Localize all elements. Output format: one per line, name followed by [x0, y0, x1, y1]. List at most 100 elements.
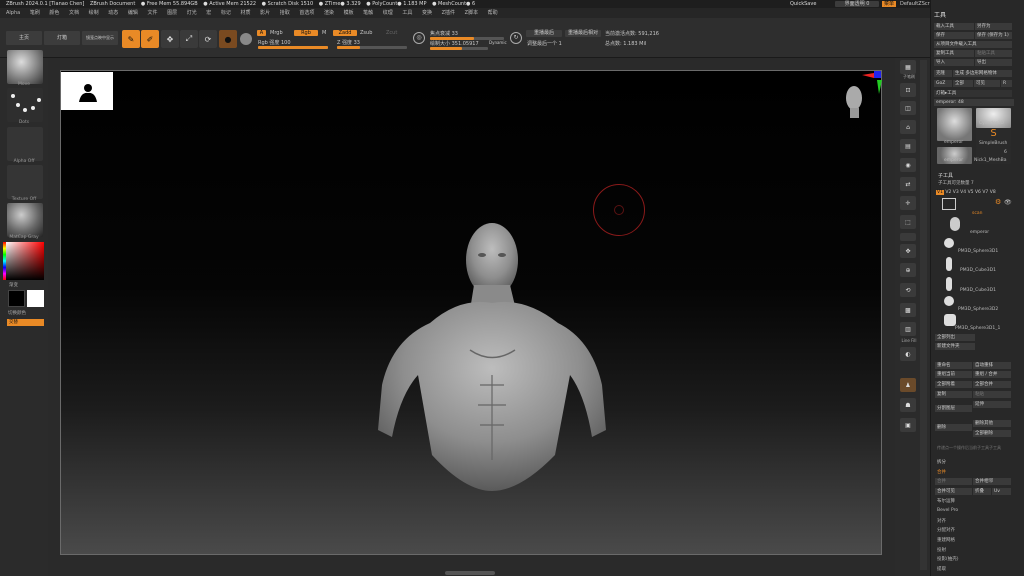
- menu-render[interactable]: 渲染: [324, 10, 334, 16]
- menu-material[interactable]: 材质: [241, 10, 251, 16]
- edit-icon[interactable]: ✎: [122, 30, 140, 48]
- zcut-button[interactable]: Zcut: [386, 30, 397, 36]
- attach-all-button[interactable]: 全部附着: [935, 381, 972, 388]
- menu-texture[interactable]: 纹理: [383, 10, 393, 16]
- tool-thumb-emperor[interactable]: [937, 108, 972, 141]
- replay-icon[interactable]: ↻: [510, 32, 522, 44]
- focal-curve-icon[interactable]: ◎: [413, 32, 425, 44]
- auto-reorder-button[interactable]: 自动重排: [973, 362, 1011, 369]
- secondary-color-swatch[interactable]: [27, 290, 44, 307]
- regroup-button[interactable]: 重组当前: [935, 371, 972, 378]
- replay-last-button[interactable]: 重播最后: [526, 30, 562, 37]
- adjust-last-label[interactable]: 调整最后一个 1: [527, 40, 562, 47]
- subtool-emperor[interactable]: emperor: [970, 230, 989, 235]
- subtool-cube1[interactable]: PM3D_Cube3D1: [960, 268, 996, 273]
- persp-icon[interactable]: ⌂: [900, 120, 916, 134]
- weld-toggle[interactable]: 折叠: [973, 488, 991, 495]
- menu-zplugin[interactable]: Z插件: [442, 10, 455, 16]
- alpha-thumbnail[interactable]: [7, 127, 43, 161]
- clone-button[interactable]: 克隆: [934, 70, 952, 77]
- view-tab-v8[interactable]: V8: [990, 190, 996, 195]
- load-from-project-button[interactable]: 从项目文件载入工具: [934, 41, 1012, 48]
- zoom-view-icon[interactable]: ⊕: [900, 263, 916, 277]
- regroup-merge-button[interactable]: 重组 / 合并: [973, 371, 1011, 378]
- delete-all-button[interactable]: 全部删除: [973, 430, 1011, 437]
- mrgb-button[interactable]: Mrgb: [270, 30, 283, 36]
- view-tab-v7[interactable]: V7: [982, 190, 988, 195]
- paste-tool-button[interactable]: 粘贴工具: [975, 50, 1012, 57]
- distribute-section[interactable]: 分配对齐: [937, 527, 955, 533]
- xpose-icon[interactable]: ☗: [900, 398, 916, 412]
- gear-icon[interactable]: ⚙: [995, 198, 1001, 206]
- remesh-section[interactable]: 重建网格: [937, 537, 955, 543]
- actual-icon[interactable]: ⊡: [900, 83, 916, 97]
- boolean-section[interactable]: 布尔运算: [937, 498, 955, 504]
- extract-section[interactable]: 提取: [937, 566, 946, 572]
- draw-size-slider[interactable]: [430, 47, 488, 50]
- align-section[interactable]: 对齐: [937, 518, 946, 524]
- menu-tool[interactable]: 工具: [402, 10, 412, 16]
- xyz-toggle[interactable]: [900, 233, 916, 241]
- bpr-icon[interactable]: ▦: [900, 60, 916, 74]
- menu-help[interactable]: 帮助: [488, 10, 498, 16]
- menu-movie[interactable]: 影片: [260, 10, 270, 16]
- stroke-thumbnail[interactable]: [7, 88, 43, 122]
- view-tab-v1[interactable]: V1: [936, 190, 944, 195]
- rgb-button[interactable]: Rgb: [294, 30, 318, 36]
- replay-relative-button[interactable]: 重播最后相对: [565, 30, 601, 37]
- folder-icon[interactable]: [942, 198, 956, 210]
- view-tab-v5[interactable]: V5: [968, 190, 974, 195]
- rgb-intensity-slider[interactable]: [258, 46, 328, 49]
- z-intensity-slider[interactable]: [337, 46, 407, 49]
- subtool-cube2[interactable]: PM3D_Cube3D1: [960, 288, 996, 293]
- zsub-button[interactable]: Zsub: [360, 30, 372, 36]
- primary-color-swatch[interactable]: [8, 290, 25, 307]
- menu-file[interactable]: 文件: [147, 10, 157, 16]
- rename-button[interactable]: 重命名: [935, 362, 972, 369]
- solo-icon[interactable]: ♟: [900, 378, 916, 392]
- bottom-tray-handle[interactable]: [445, 571, 495, 575]
- line-fill-icon[interactable]: ▥: [900, 322, 916, 336]
- axis-gizmo-icon[interactable]: [860, 70, 884, 96]
- menu-picker[interactable]: 拾取: [280, 10, 290, 16]
- menu-edit[interactable]: 编辑: [128, 10, 138, 16]
- bevel-pro-section[interactable]: Bevel Pro: [937, 508, 958, 513]
- switch-color-button[interactable]: 切换颜色: [8, 310, 26, 316]
- material-sphere-icon[interactable]: ●: [219, 30, 237, 48]
- menu-transform[interactable]: 变换: [422, 10, 432, 16]
- list-all-button[interactable]: 全部列出: [935, 334, 975, 341]
- menu-layer[interactable]: 图层: [167, 10, 177, 16]
- texture-thumbnail[interactable]: [7, 165, 43, 199]
- menu-stencil[interactable]: 模板: [344, 10, 354, 16]
- navigator-thumbnail[interactable]: [61, 72, 113, 110]
- subtool-thumb-sphere1[interactable]: [944, 238, 954, 248]
- dynamic-view-icon[interactable]: ▣: [900, 418, 916, 432]
- lsym-icon[interactable]: ⇄: [900, 177, 916, 191]
- subtool-thumb-cube1[interactable]: [946, 257, 952, 271]
- copy-tool-button[interactable]: 复制工具: [934, 50, 974, 57]
- lightbox-tools-button[interactable]: 灯箱▸工具: [934, 90, 1012, 97]
- polyframe-icon[interactable]: ▩: [900, 303, 916, 317]
- paste-subtool-button[interactable]: 粘贴: [973, 391, 1011, 398]
- subtool-header[interactable]: 子工具: [938, 172, 953, 179]
- save-as-button[interactable]: 另存为: [975, 23, 1012, 30]
- menu-draw[interactable]: 绘制: [89, 10, 99, 16]
- menu-stroke[interactable]: 笔触: [363, 10, 373, 16]
- delete-others-button[interactable]: 删除其他: [973, 420, 1011, 427]
- eye-icon[interactable]: 👁: [1004, 199, 1012, 206]
- panel-scrollbar[interactable]: [920, 60, 927, 570]
- view-tab-v2[interactable]: V2: [945, 190, 951, 195]
- goz-visible-button[interactable]: 可见: [974, 80, 1000, 87]
- goz-button[interactable]: GoZ: [934, 80, 952, 87]
- menu-marker[interactable]: 标记: [221, 10, 231, 16]
- rotate-icon[interactable]: ⟳: [199, 30, 217, 48]
- menu-preferences[interactable]: 首选项: [299, 10, 314, 16]
- menu-dynamics[interactable]: 动态: [108, 10, 118, 16]
- menu-color[interactable]: 颜色: [49, 10, 59, 16]
- make-polymesh-button[interactable]: 生成 多边形网格物体: [953, 70, 1012, 77]
- color-sphere-icon[interactable]: [240, 33, 252, 45]
- subtool-thumb-sphere2[interactable]: [944, 296, 954, 306]
- view-tab-v4[interactable]: V4: [960, 190, 966, 195]
- zadd-button[interactable]: Zadd: [333, 30, 357, 36]
- save-as-1-button[interactable]: 保存 (保存为 1): [975, 32, 1012, 39]
